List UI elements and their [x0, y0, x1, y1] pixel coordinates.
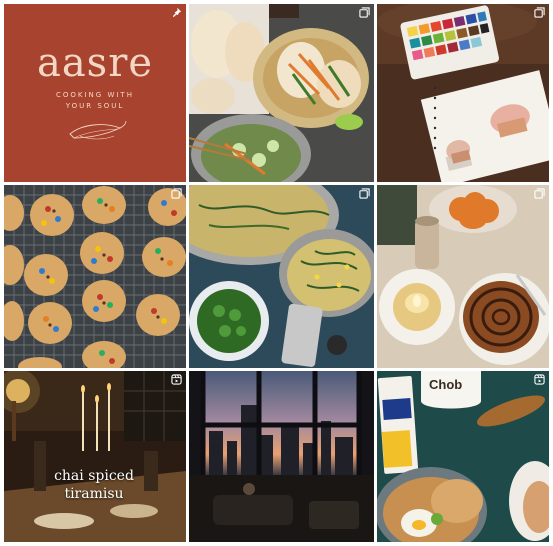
cheese-box-brand-text: Cabot: [387, 405, 404, 411]
post-bao-buns[interactable]: [189, 4, 374, 182]
reel-icon: [171, 374, 182, 385]
carousel-icon: [359, 7, 370, 18]
profile-post-grid: aasre COOKING WITH YOUR SOUL chai spiced…: [4, 4, 549, 542]
curry-soup-photo: [189, 185, 374, 368]
reel-icon: [534, 374, 545, 385]
carousel-icon: [534, 7, 545, 18]
watercolor-palette-photo: [377, 4, 549, 182]
post-sunset-window[interactable]: [189, 371, 374, 542]
cinnamon-roll-photo: [377, 185, 549, 368]
yogurt-brand-text: Chob: [429, 377, 463, 392]
brand-tagline-line1: COOKING WITH: [56, 91, 134, 99]
breakfast-photo: [377, 371, 549, 542]
post-tiramisu[interactable]: chai spiced tiramisu: [4, 371, 186, 542]
caption-line2: tiramisu: [64, 486, 124, 502]
post-caption-overlay: chai spiced tiramisu: [34, 467, 154, 503]
post-watercolor[interactable]: [377, 4, 549, 182]
post-curry-soup[interactable]: [189, 185, 374, 368]
post-cinnamon-roll[interactable]: [377, 185, 549, 368]
pin-icon: [171, 7, 182, 18]
post-cookies[interactable]: [4, 185, 186, 368]
brand-logo-text: aasre: [36, 40, 153, 86]
carousel-icon: [359, 188, 370, 199]
brand-tagline: COOKING WITH YOUR SOUL: [4, 90, 186, 112]
chili-illustration: [69, 120, 127, 140]
pinned-brand-post[interactable]: aasre COOKING WITH YOUR SOUL: [4, 4, 186, 182]
carousel-icon: [171, 188, 182, 199]
post-breakfast[interactable]: Chob Cabot: [377, 371, 549, 542]
sunset-window-photo: [189, 371, 374, 542]
bao-buns-photo: [189, 4, 374, 182]
carousel-icon: [534, 188, 545, 199]
cookies-photo: [4, 185, 186, 368]
candlelit-dinner-photo: [4, 371, 186, 542]
caption-line1: chai spiced: [54, 468, 134, 484]
brand-tagline-line2: YOUR SOUL: [65, 102, 125, 110]
